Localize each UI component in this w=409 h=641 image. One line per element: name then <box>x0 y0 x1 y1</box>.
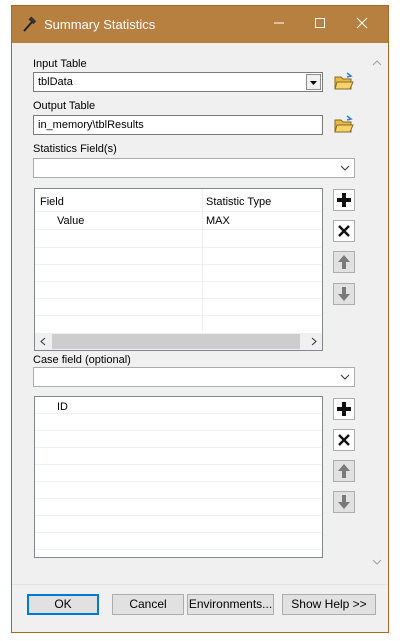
list-item <box>35 414 322 431</box>
table-row <box>35 299 322 316</box>
output-table-value: in_memory\tblResults <box>38 119 144 131</box>
scroll-left-icon[interactable] <box>39 337 47 346</box>
open-folder-icon <box>334 72 354 90</box>
plus-icon <box>337 402 351 416</box>
table-row <box>35 265 322 282</box>
input-table-dropdown-button[interactable] <box>306 74 321 90</box>
add-case-field-button[interactable] <box>333 398 355 420</box>
window-title: Summary Statistics <box>44 17 156 32</box>
environments-button[interactable]: Environments... <box>187 594 274 615</box>
list-item <box>35 533 322 550</box>
output-table-label: Output Table <box>33 100 96 112</box>
dropdown-arrow-icon <box>310 81 317 85</box>
table-row <box>35 282 322 299</box>
case-move-up-button[interactable] <box>333 460 355 482</box>
dialog-body: Input Table tblData Output Table in_memo… <box>12 43 388 584</box>
list-item <box>35 431 322 448</box>
maximize-button[interactable] <box>307 10 333 38</box>
statistics-fields-label: Statistics Field(s) <box>33 143 117 155</box>
table-row <box>35 248 322 265</box>
scroll-up-icon[interactable] <box>372 59 382 67</box>
list-item <box>35 448 322 465</box>
statistic-type-column-header[interactable]: Statistic Type <box>206 196 271 208</box>
list-item[interactable]: ID <box>35 397 322 414</box>
list-item <box>35 482 322 499</box>
list-item <box>35 465 322 482</box>
plus-icon <box>337 193 351 207</box>
row-statistic-value[interactable]: MAX <box>206 215 230 227</box>
title-bar[interactable]: Summary Statistics <box>12 6 388 43</box>
table-row <box>35 231 322 248</box>
open-folder-icon <box>334 115 354 133</box>
grid-header-row: Field Statistic Type <box>35 192 322 212</box>
table-row[interactable]: Value MAX <box>35 213 322 230</box>
move-up-button[interactable] <box>333 251 355 273</box>
statistics-field-combo[interactable] <box>33 158 355 178</box>
list-item <box>35 516 322 533</box>
case-move-down-button[interactable] <box>333 491 355 513</box>
arrow-down-icon <box>338 287 350 301</box>
case-field-item: ID <box>57 401 68 413</box>
arrow-up-icon <box>338 464 350 478</box>
dialog-vertical-scrollbar[interactable] <box>368 43 386 583</box>
scrollbar-thumb[interactable] <box>52 334 300 349</box>
input-table-value: tblData <box>38 76 73 88</box>
list-item <box>35 499 322 516</box>
hammer-icon <box>23 16 37 32</box>
statistics-grid[interactable]: Field Statistic Type Value MAX <box>34 188 323 351</box>
close-button[interactable] <box>349 10 375 38</box>
scroll-right-icon[interactable] <box>310 337 318 346</box>
case-field-combo[interactable] <box>33 367 355 387</box>
arrow-down-icon <box>338 495 350 509</box>
cancel-button[interactable]: Cancel <box>112 594 184 615</box>
ok-button[interactable]: OK <box>27 594 99 615</box>
maximize-icon <box>315 18 325 28</box>
output-table-field[interactable]: in_memory\tblResults <box>33 115 323 135</box>
field-column-header[interactable]: Field <box>40 196 64 208</box>
add-statistic-button[interactable] <box>333 189 355 211</box>
horizontal-scrollbar[interactable] <box>35 333 322 350</box>
row-field-value: Value <box>57 215 85 227</box>
close-icon <box>356 17 368 29</box>
case-field-label: Case field (optional) <box>33 354 131 366</box>
output-table-browse-button[interactable] <box>333 114 355 136</box>
delete-icon <box>338 434 350 446</box>
chevron-down-icon <box>340 374 350 380</box>
remove-statistic-button[interactable] <box>333 220 355 242</box>
input-table-label: Input Table <box>33 58 87 70</box>
move-down-button[interactable] <box>333 283 355 305</box>
summary-statistics-dialog: Summary Statistics Input Table tblData O… <box>11 5 389 633</box>
remove-case-field-button[interactable] <box>333 429 355 451</box>
input-table-field[interactable]: tblData <box>33 72 323 92</box>
delete-icon <box>338 225 350 237</box>
input-table-browse-button[interactable] <box>333 71 355 93</box>
dialog-button-bar: OK Cancel Environments... Show Help >> <box>12 584 388 632</box>
scroll-down-icon[interactable] <box>372 558 382 566</box>
case-field-list[interactable]: ID <box>34 396 323 558</box>
minimize-button[interactable] <box>266 10 292 38</box>
minimize-icon <box>274 22 284 24</box>
arrow-up-icon <box>338 255 350 269</box>
show-help-button[interactable]: Show Help >> <box>282 594 376 615</box>
chevron-down-icon <box>340 165 350 171</box>
